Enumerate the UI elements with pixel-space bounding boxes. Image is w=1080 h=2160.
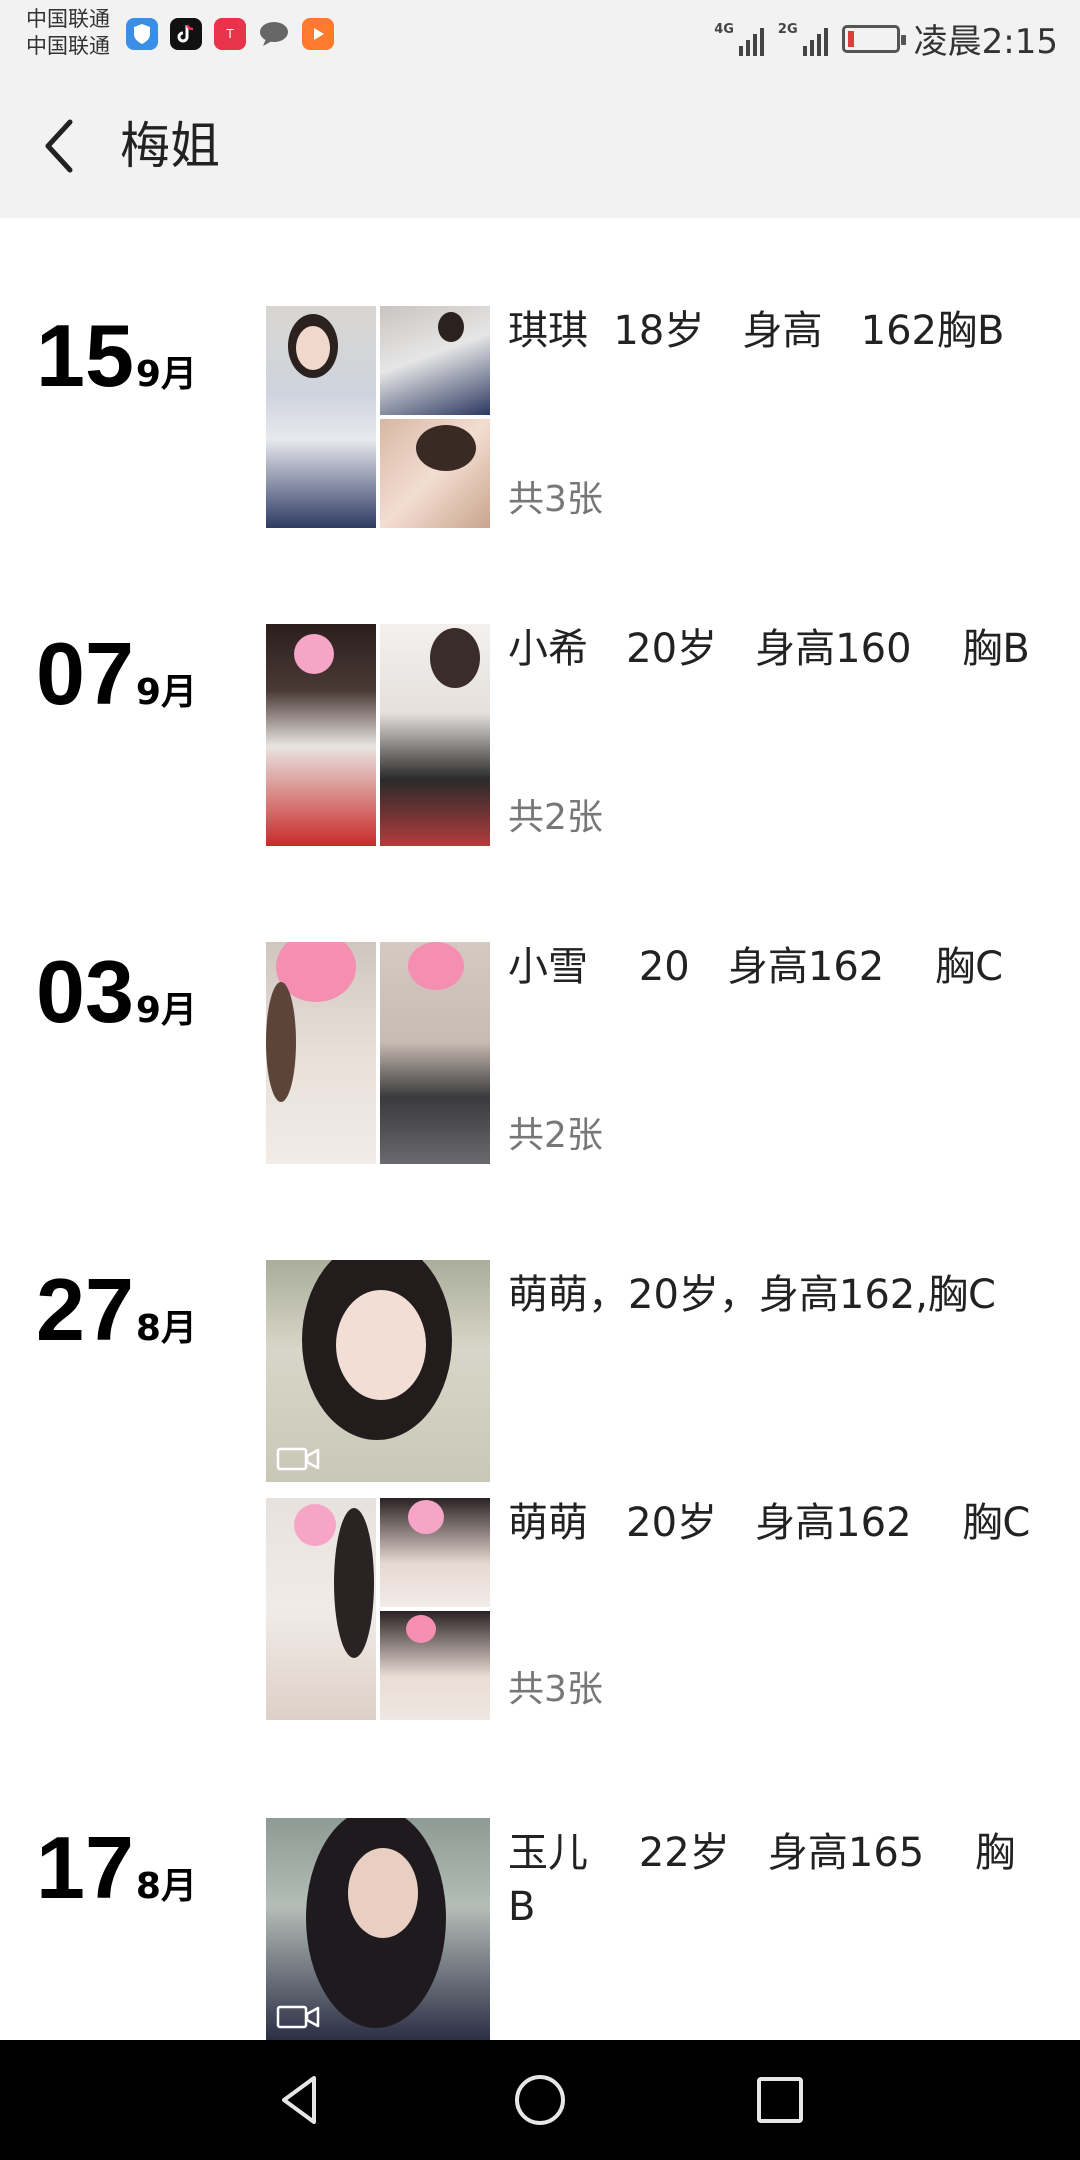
photo-thumbnail[interactable] [380, 1498, 490, 1607]
photo-count: 共3张 [508, 479, 603, 520]
photo-thumbnail[interactable] [266, 942, 376, 1164]
video-thumbnail[interactable] [266, 1260, 490, 1482]
battery-icon [841, 24, 906, 53]
notification-icons: T [126, 18, 334, 50]
post-caption: 小雪 20 身高162 胸C [508, 944, 1004, 990]
photo-grid[interactable] [266, 1498, 490, 1720]
video-camera-icon [276, 1447, 320, 1471]
post-day: 27 [36, 1260, 134, 1359]
back-button[interactable] [36, 116, 86, 176]
photo-count: 共2张 [508, 1115, 603, 1156]
post-month: 9月 [135, 990, 197, 1031]
post-date: 039月 [36, 942, 197, 1042]
photo-thumbnail[interactable] [266, 306, 376, 528]
post-caption: 小希 20岁 身高160 胸B [508, 626, 1030, 672]
photo-thumbnail[interactable] [266, 624, 376, 846]
tiktok-app-icon [170, 18, 202, 50]
carrier-1: 中国联通 [26, 7, 110, 31]
moments-feed[interactable]: 159月 琪琪 18岁 身高 162胸B 共3张 079月 小希 20岁 身高1… [0, 218, 1080, 2040]
post-month: 8月 [135, 1308, 197, 1349]
page-title: 梅姐 [120, 117, 220, 175]
post-month: 9月 [135, 672, 197, 713]
photo-grid[interactable] [266, 624, 490, 846]
video-frame[interactable] [266, 1260, 490, 1482]
photo-grid[interactable] [266, 306, 490, 528]
message-app-icon [258, 18, 290, 50]
nav-home-button[interactable] [504, 2064, 576, 2136]
clock: 凌晨2:15 [913, 22, 1058, 62]
photo-thumbnail[interactable] [380, 624, 490, 846]
chevron-left-icon [45, 119, 73, 173]
photo-grid[interactable] [266, 942, 490, 1164]
photo-count: 共2张 [508, 797, 603, 838]
post-caption: 萌萌 20岁 身高162 胸C [508, 1500, 1031, 1546]
post-date: 159月 [36, 306, 197, 406]
post-date: 079月 [36, 624, 197, 724]
triangle-back-icon [282, 2076, 316, 2124]
photo-thumbnail[interactable] [380, 1611, 490, 1720]
photo-count: 共3张 [508, 1669, 603, 1710]
shield-app-icon [126, 18, 158, 50]
tmall-app-icon: T [214, 18, 246, 50]
feed-post: 039月 小雪 20 身高162 胸C 共2张 [0, 942, 1080, 1242]
post-caption: 萌萌，20岁，身高162,胸C [508, 1272, 996, 1318]
post-caption: 玉儿 22岁 身高165 胸B [508, 1830, 1016, 1930]
status-bar: 中国联通 中国联通 T 4G 2G 凌晨2:15 [0, 0, 1080, 72]
nav-back-button[interactable] [264, 2064, 336, 2136]
photo-thumbnail[interactable] [380, 419, 490, 528]
photo-thumbnail[interactable] [266, 1498, 376, 1720]
photo-thumbnail[interactable] [380, 306, 490, 415]
post-date: 278月 [36, 1260, 197, 1360]
feed-post: 178月 玉儿 22岁 身高165 胸B [0, 1818, 1080, 2040]
system-nav-bar [0, 2040, 1080, 2160]
signal-icon-2: 2G [778, 22, 828, 56]
post-day: 07 [36, 624, 134, 723]
feed-post: 079月 小希 20岁 身高160 胸B 共2张 [0, 624, 1080, 924]
post-day: 17 [36, 1818, 134, 1917]
video-frame[interactable] [266, 1818, 490, 2040]
post-month: 9月 [135, 354, 197, 395]
photo-thumbnail[interactable] [380, 942, 490, 1164]
feed-post: 159月 琪琪 18岁 身高 162胸B 共3张 [0, 306, 1080, 606]
post-month: 8月 [135, 1866, 197, 1907]
post-day: 15 [36, 306, 134, 405]
video-thumbnail[interactable] [266, 1818, 490, 2040]
signal-icon-1: 4G [714, 22, 764, 56]
app-header: 梅姐 [0, 72, 1080, 218]
nav-recents-button[interactable] [744, 2064, 816, 2136]
post-date: 178月 [36, 1818, 197, 1918]
status-right: 4G 2G 凌晨2:15 [714, 14, 1058, 63]
video-camera-icon [276, 2005, 320, 2029]
carrier-labels: 中国联通 中国联通 [26, 6, 110, 60]
circle-home-icon [515, 2075, 565, 2125]
feed-post: 278月 萌萌，20岁，身高162,胸C 萌萌 20岁 身高162 胸C 共3张 [0, 1260, 1080, 1780]
post-day: 03 [36, 942, 134, 1041]
video-app-icon [302, 18, 334, 50]
square-recents-icon [757, 2077, 803, 2123]
carrier-2: 中国联通 [26, 34, 110, 58]
post-caption: 琪琪 18岁 身高 162胸B [508, 308, 1005, 354]
